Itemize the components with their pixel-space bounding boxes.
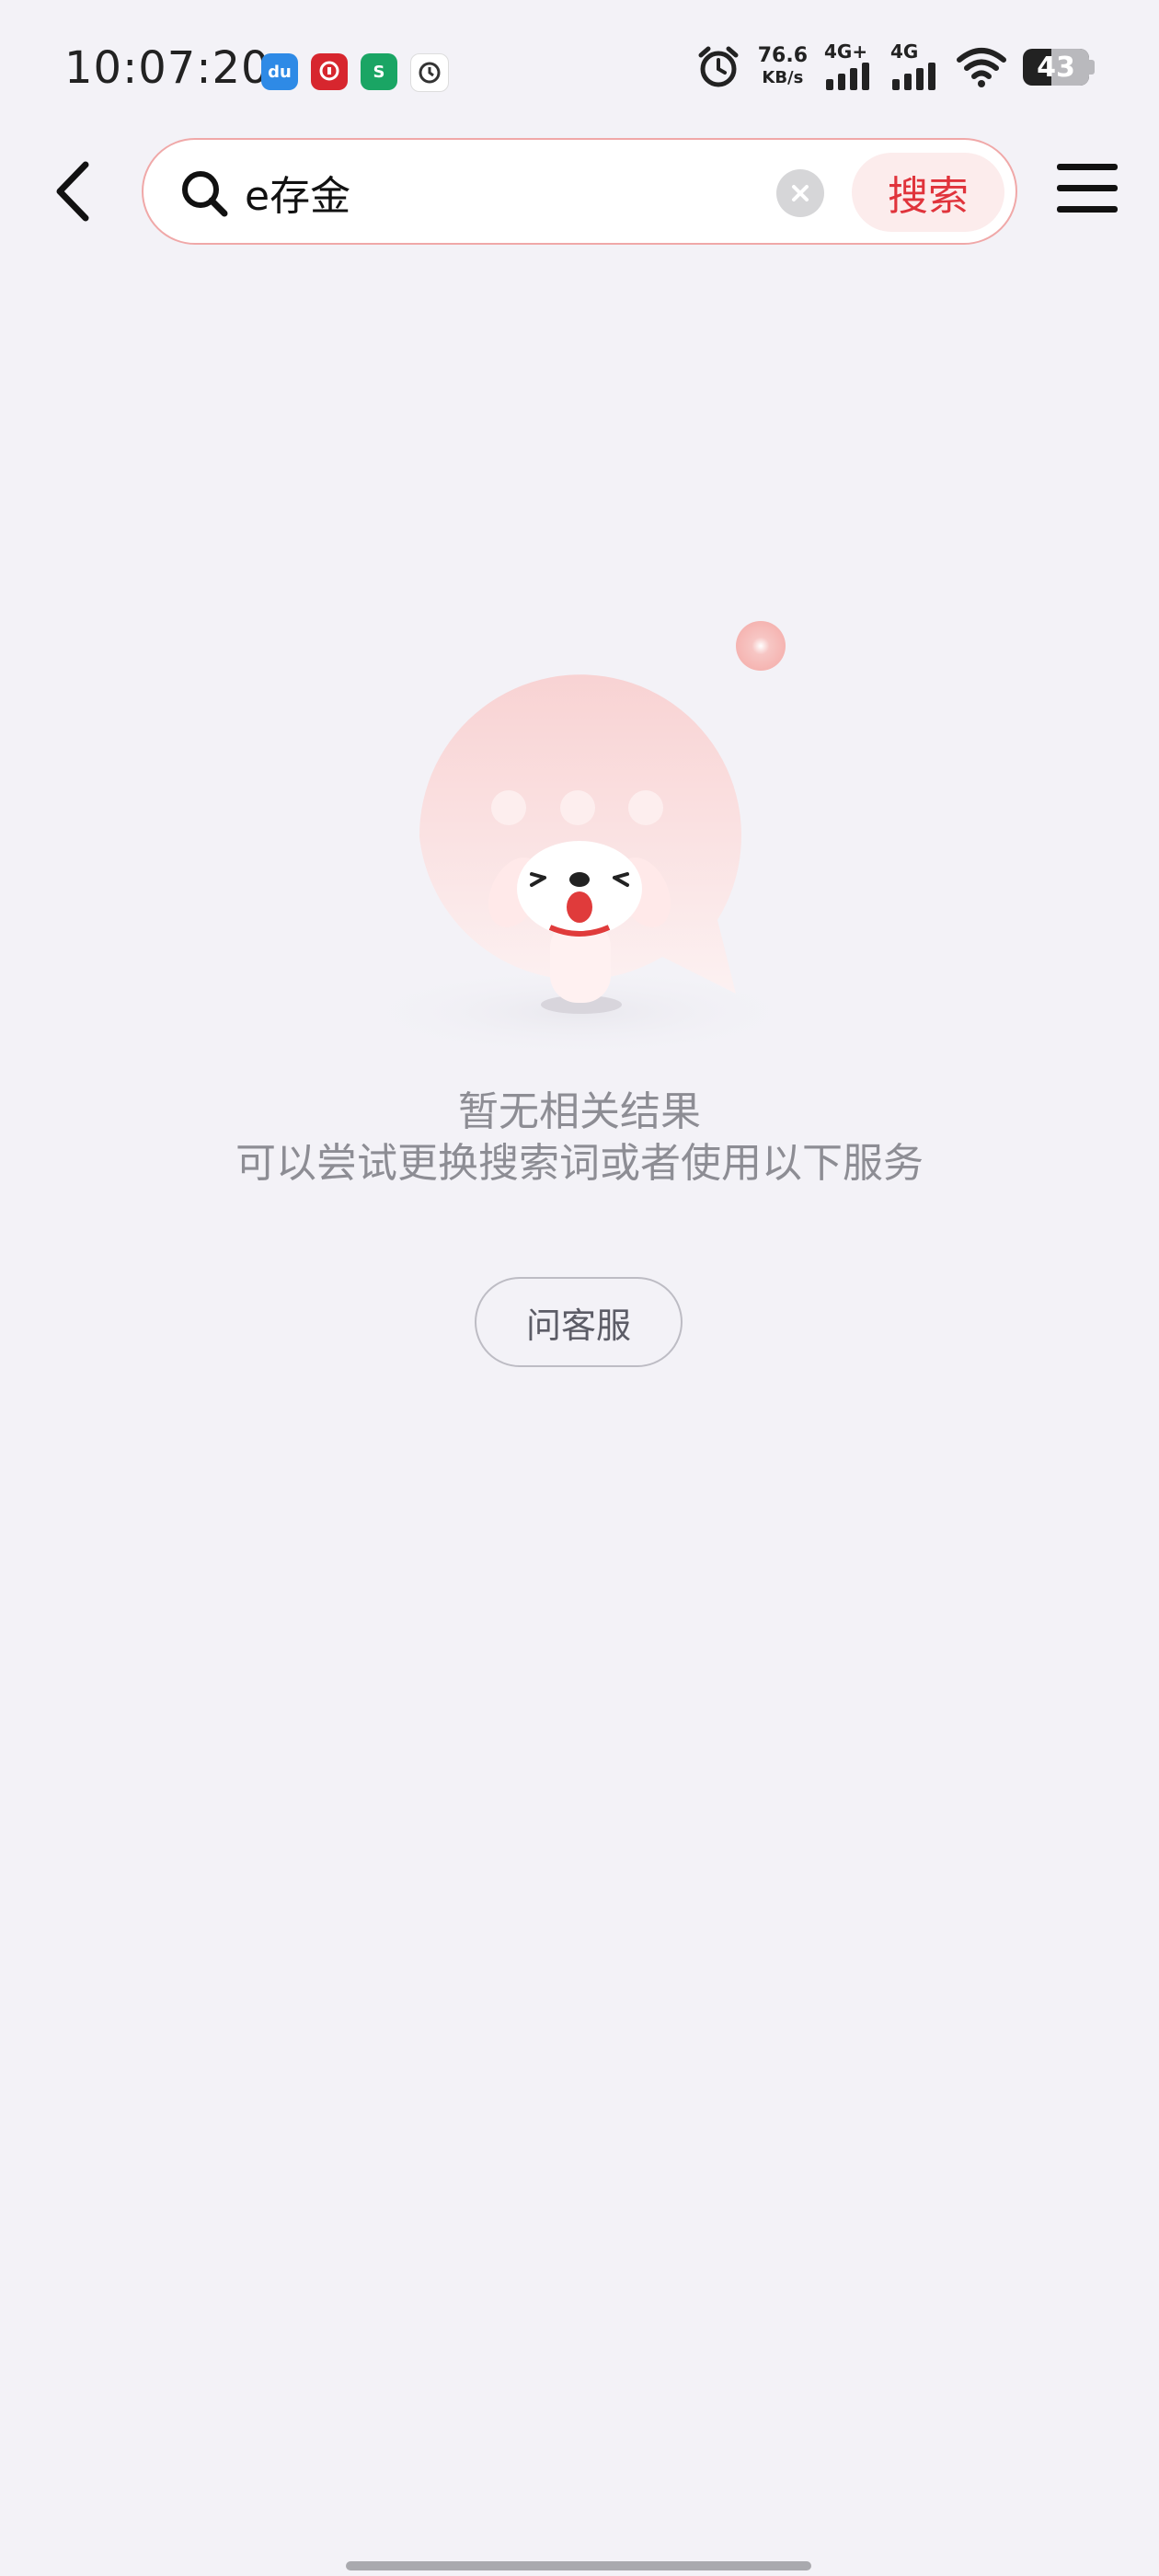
network-speed: 76.6 KB/s — [758, 45, 808, 89]
cell-signal-icon — [826, 63, 869, 90]
search-icon — [182, 171, 228, 217]
menu-icon-bar — [1057, 164, 1118, 170]
empty-result-subtitle: 可以尝试更换搜索词或者使用以下服务 — [235, 1140, 924, 1187]
search-input[interactable] — [245, 160, 815, 224]
battery-indicator: 43 — [1023, 49, 1095, 86]
cell-signal-icon — [892, 63, 935, 90]
menu-button[interactable] — [1050, 164, 1124, 219]
ask-customer-service-button[interactable]: 问客服 — [475, 1277, 683, 1367]
notification-icons: du S — [261, 53, 449, 92]
back-button[interactable] — [37, 155, 110, 228]
clear-search-button[interactable] — [776, 169, 824, 217]
clock-app-icon — [410, 53, 449, 92]
status-time: 10:07:20 — [64, 42, 270, 94]
empty-result-illustration — [350, 621, 809, 1049]
bank-app-icon — [311, 53, 348, 90]
network-speed-value: 76.6 — [757, 44, 808, 67]
signal-4g: 4G — [890, 40, 940, 90]
du-app-icon: du — [261, 53, 298, 90]
alarm-icon — [698, 46, 739, 87]
battery-icon: 43 — [1023, 49, 1089, 86]
menu-icon-bar — [1057, 185, 1118, 191]
wifi-icon — [957, 48, 1006, 87]
signal-4g-plus: 4G+ — [824, 40, 874, 90]
home-indicator[interactable] — [346, 2561, 811, 2570]
menu-icon-bar — [1057, 206, 1118, 213]
chevron-left-icon — [56, 161, 89, 222]
close-icon — [792, 185, 809, 201]
battery-percent: 43 — [1037, 51, 1075, 84]
search-button[interactable]: 搜索 — [852, 153, 1004, 232]
status-indicators: 76.6 KB/s 4G+ 4G 43 — [695, 40, 1095, 90]
network-speed-unit: KB/s — [762, 68, 804, 87]
empty-result-title: 暂无相关结果 — [458, 1088, 701, 1135]
s-app-icon: S — [361, 53, 397, 90]
search-box: 搜索 — [142, 138, 1017, 245]
status-bar: 10:07:20 du S 76.6 KB/s 4G+ 4G 43 — [0, 0, 1159, 138]
search-header: 搜索 — [0, 136, 1159, 248]
battery-tip — [1089, 60, 1095, 75]
